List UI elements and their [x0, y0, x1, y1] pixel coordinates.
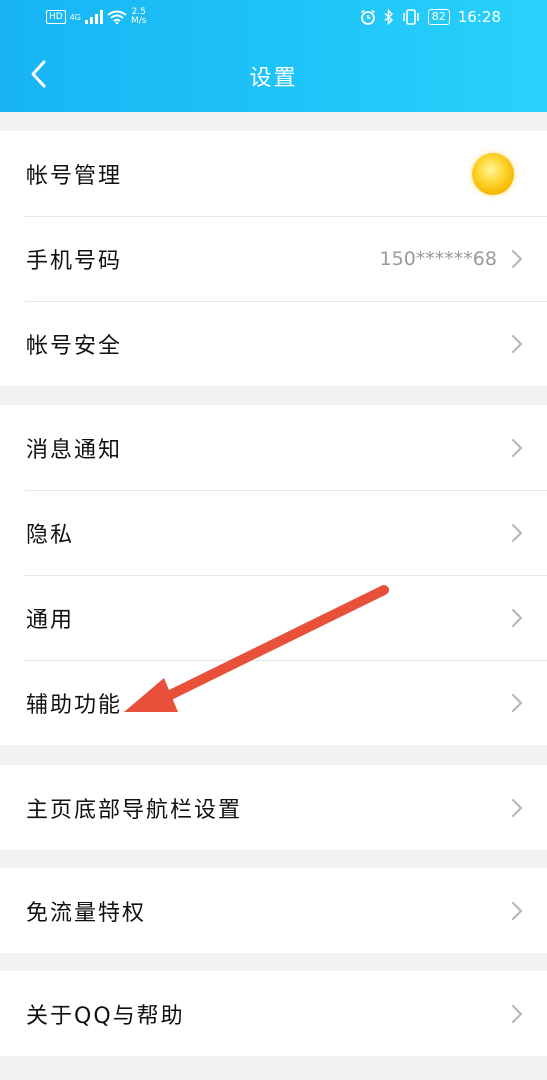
settings-item-label: 帐号管理 — [26, 163, 123, 189]
settings-item-accessibility[interactable]: 辅助功能 — [0, 660, 547, 745]
chevron-right-icon — [512, 608, 523, 627]
chevron-right-icon — [512, 249, 523, 268]
settings-item-privacy[interactable]: 隐私 — [0, 490, 547, 575]
chevron-right-icon — [512, 798, 523, 817]
network-speed: 2.5 M/s — [131, 8, 147, 26]
settings-item-label: 消息通知 — [26, 437, 123, 463]
network-speed-unit: M/s — [131, 16, 147, 26]
page-title: 设置 — [249, 66, 298, 91]
chevron-right-icon — [512, 523, 523, 542]
settings-item-label: 帐号安全 — [26, 333, 123, 359]
chevron-right-icon — [512, 334, 523, 353]
wifi-icon — [107, 10, 127, 24]
settings-item-label: 手机号码 — [26, 248, 123, 274]
settings-item-account-management[interactable]: 帐号管理 — [0, 131, 547, 216]
chevron-right-icon — [512, 438, 523, 457]
settings-group-about: 关于QQ与帮助 — [0, 971, 547, 1056]
settings-group-account: 帐号管理 手机号码 150******68 帐号安全 — [0, 131, 547, 386]
status-time: 16:28 — [457, 8, 501, 26]
chevron-right-icon — [512, 1004, 523, 1023]
status-right: 82 16:28 — [360, 8, 501, 26]
settings-item-bottom-nav-settings[interactable]: 主页底部导航栏设置 — [0, 765, 547, 850]
settings-item-general[interactable]: 通用 — [0, 575, 547, 660]
settings-item-account-security[interactable]: 帐号安全 — [0, 301, 547, 386]
settings-item-label: 通用 — [26, 607, 75, 633]
status-left: HD 4G 2.5 M/s — [46, 8, 147, 26]
sun-avatar-icon — [472, 152, 514, 195]
nav-bar: 设置 — [0, 40, 547, 110]
top-bar: HD 4G 2.5 M/s 82 16:28 设置 — [0, 0, 547, 112]
settings-item-about-help[interactable]: 关于QQ与帮助 — [0, 971, 547, 1056]
settings-item-label: 主页底部导航栏设置 — [26, 797, 243, 823]
settings-item-label: 免流量特权 — [26, 900, 147, 926]
network-type: 4G — [69, 12, 81, 22]
settings-item-label: 隐私 — [26, 522, 75, 548]
signal-icon — [85, 10, 103, 24]
alarm-icon — [360, 9, 375, 25]
status-bar: HD 4G 2.5 M/s 82 16:28 — [0, 0, 547, 36]
settings-item-free-data[interactable]: 免流量特权 — [0, 868, 547, 953]
settings-item-phone-number[interactable]: 手机号码 150******68 — [0, 216, 547, 301]
vibrate-icon — [402, 9, 419, 25]
hd-badge: HD — [46, 10, 66, 24]
battery-icon: 82 — [427, 9, 450, 25]
chevron-right-icon — [512, 693, 523, 712]
settings-group-general: 消息通知 隐私 通用 辅助功能 — [0, 405, 547, 745]
settings-item-label: 辅助功能 — [26, 692, 123, 718]
settings-group-nav-bar: 主页底部导航栏设置 — [0, 765, 547, 850]
bluetooth-icon — [384, 9, 393, 25]
settings-group-free-data: 免流量特权 — [0, 868, 547, 953]
settings-item-notifications[interactable]: 消息通知 — [0, 405, 547, 490]
chevron-right-icon — [512, 901, 523, 920]
settings-item-label: 关于QQ与帮助 — [26, 1003, 185, 1029]
phone-number-value: 150******68 — [379, 247, 497, 270]
